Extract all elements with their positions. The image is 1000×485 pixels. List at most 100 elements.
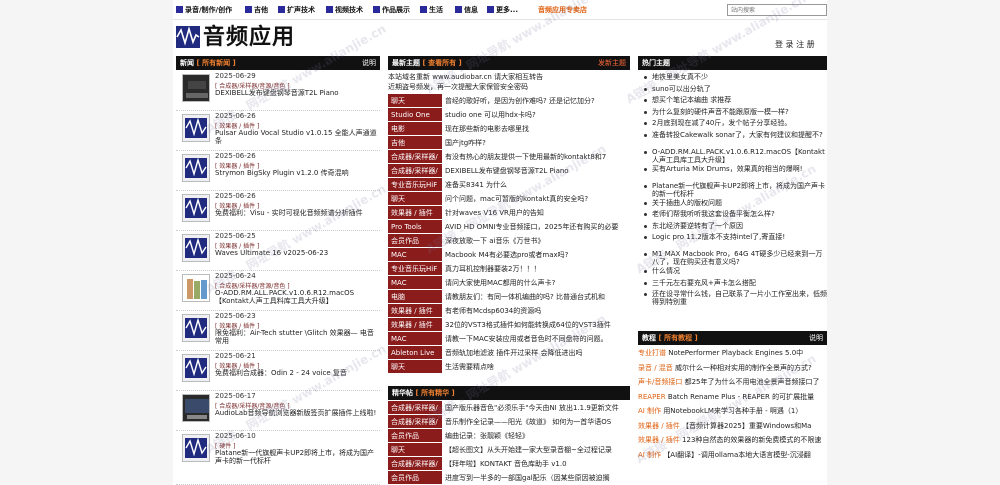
tutorial-row[interactable]: 声卡/音频接口 都25年了为什么不用电池全景声音频接口了 xyxy=(638,376,827,388)
nav-item-more[interactable]: 更多... xyxy=(487,5,518,15)
news-item[interactable]: 2025-06-26[ 效果器 / 插件 ] 免费福利：Visu - 实时可视化音… xyxy=(176,191,380,231)
topic-title[interactable]: 32位的VST3格式插件如何能转换成64位的VST3插件 xyxy=(445,318,630,331)
tutorial-category[interactable]: REAPER xyxy=(638,393,666,401)
tutorial-row[interactable]: AI 制作 用NotebookLM来学习各种手册 - 啊遇（1） xyxy=(638,405,827,417)
topic-title[interactable]: 音频轨加地滤波 插件开过采样 会降低进出吗 xyxy=(445,346,630,359)
featured-title[interactable]: 进度写到一半多的一部国gal配乐（因某些原因被迫搁 xyxy=(445,471,630,484)
new-topic-link[interactable]: 发新主题 xyxy=(598,56,626,70)
news-item[interactable]: 2025-06-17[ 合成器/采样器/音源/音色 ] AudioLab音频导航浏… xyxy=(176,391,380,431)
tutorial-title[interactable]: 【AI翻译】-调用ollama本地大语言模型-沉浸翻 xyxy=(663,451,810,459)
tutorial-row[interactable]: 专业打谱 NotePerformer Playback Engines 5.0中 xyxy=(638,347,827,359)
topic-title[interactable]: 准备买8341 为什么 xyxy=(445,178,630,191)
nav-item-pa[interactable]: 扩声技术 xyxy=(278,5,315,15)
topic-title[interactable]: 曾经的歌好听，是因为创作难吗? 还是记忆加分? xyxy=(445,94,630,107)
featured-category[interactable]: 会员作品 xyxy=(388,429,442,442)
tutorial-title[interactable]: NotePerformer Playback Engines 5.0中 xyxy=(668,349,803,357)
topic-title[interactable]: 请教一下MAC安装应用或者音色时不同盘符的问题。 xyxy=(445,332,630,345)
tutorial-title[interactable]: 都25年了为什么不用电池全景声音频接口了 xyxy=(685,378,820,386)
topic-category[interactable]: 专业音乐玩HiF xyxy=(388,178,442,191)
featured-category[interactable]: 合成器/采样器/ xyxy=(388,415,442,428)
news-item[interactable]: 2025-06-10[ 硬件 ] Platane新一代旗舰声卡UP2即将上市，将成… xyxy=(176,431,380,485)
tutorial-category[interactable]: AI 制作 xyxy=(638,407,661,415)
tutorial-title[interactable]: 【音频计算器2025】重要Windows和Ma xyxy=(682,422,811,430)
hot-topic-item[interactable]: M1 MAX Macbook Pro，64G 4T硬多少已经来到一万八了，现在购… xyxy=(638,250,827,266)
tutorial-title[interactable]: 威尔什么一种相对实用的制作全景声的方式? xyxy=(675,364,812,372)
news-item[interactable]: 2025-06-26[ 效果器 / 插件 ] Strymon BigSky Plu… xyxy=(176,151,380,191)
topic-title[interactable]: 国产jtg咋样? xyxy=(445,136,630,149)
nav-item-video[interactable]: 视频技术 xyxy=(326,5,363,15)
featured-row[interactable]: 会员作品 编曲记录：张靓颖《轻轻》 xyxy=(388,429,630,443)
topic-row[interactable]: MAC 请问大家使用MAC都用的什么声卡? xyxy=(388,276,630,290)
featured-category[interactable]: 合成器/采样器/ xyxy=(388,401,442,414)
hot-topic-item[interactable]: 为什么复刻的硬件声音不能跟原版一模一样? xyxy=(638,108,827,116)
topic-category[interactable]: 聊天 xyxy=(388,94,442,107)
topic-title[interactable]: 有老师有Mcdsp6034的资源吗 xyxy=(445,304,630,317)
nav-item-life[interactable]: 生活 xyxy=(420,5,443,15)
topic-row[interactable]: 效果器 / 插件 有老师有Mcdsp6034的资源吗 xyxy=(388,304,630,318)
topic-row[interactable]: MAC Macbook M4有必要选pro或者max吗? xyxy=(388,248,630,262)
tutorial-row[interactable]: REAPER Batch Rename Plus - REAPER 的可扩展批量 xyxy=(638,391,827,403)
topic-category[interactable]: 效果器 / 插件 xyxy=(388,206,442,219)
topic-title[interactable]: 现在那些新的电影去哪里找 xyxy=(445,122,630,135)
topic-title[interactable]: 针对waves V16 VR用户的告知 xyxy=(445,206,630,219)
topic-category[interactable]: 合成器/采样器/ xyxy=(388,164,442,177)
news-item[interactable]: 2025-06-26[ 效果器 / 插件 ] Pulsar Audio Vocal… xyxy=(176,111,380,151)
topic-category[interactable]: MAC xyxy=(388,248,442,261)
hot-topic-item[interactable]: 买有Arturia Mix Drums，效果真的相当的爆啊! xyxy=(638,165,827,173)
news-item[interactable]: 2025-06-21[ 效果器 / 插件 ] 免费福利合成器：Odin 2 - 2… xyxy=(176,351,380,391)
view-all-link[interactable]: 查看所有 xyxy=(428,59,456,67)
hot-topic-item[interactable]: 三千元左右要充风+声卡怎么搭配 xyxy=(638,279,827,287)
topic-row[interactable]: 聊天 生活需要精点啥 xyxy=(388,360,630,374)
topic-row[interactable]: 聊天 问个问题，mac可暂版的kontakt真的安全吗? xyxy=(388,192,630,206)
topic-row[interactable]: Studio One studio one 可以用hdx卡吗? xyxy=(388,108,630,122)
featured-category[interactable]: 合成器/采样器/ xyxy=(388,457,442,470)
hot-topic-item[interactable]: Logic pro 11.2版本不支持intel了,寄直接! xyxy=(638,233,827,241)
topic-category[interactable]: Studio One xyxy=(388,108,442,121)
tutorial-category[interactable]: 效果器 / 插件 xyxy=(638,436,680,444)
hot-topic-item[interactable]: 东北经济要逆转有了一个原因 xyxy=(638,222,827,230)
login-link[interactable]: 登 录 xyxy=(775,40,794,49)
topic-title[interactable]: AVID HD OMNI专业音频接口，2025年还有购买的必要 xyxy=(445,220,630,233)
topic-title[interactable]: 真力耳机控制器要装2万！！！ xyxy=(445,262,630,275)
topic-title[interactable]: 有没有热心的朋友提供一下使用最新的kontakt8和7 xyxy=(445,150,630,163)
topic-row[interactable]: 专业音乐玩HiF 真力耳机控制器要装2万！！！ xyxy=(388,262,630,276)
topic-category[interactable]: Ableton Live xyxy=(388,346,442,359)
topic-row[interactable]: MAC 请教一下MAC安装应用或者音色时不同盘符的问题。 xyxy=(388,332,630,346)
news-item[interactable]: 2025-06-23[ 效果器 / 插件 ] 限免福利：Air-Tech stut… xyxy=(176,311,380,351)
hot-topic-item[interactable]: Platane新一代旗舰声卡UP2即将上市，将成为国产声卡的新一代标杆 xyxy=(638,182,827,198)
hot-topic-item[interactable]: 关于插曲人的版权问题 xyxy=(638,199,827,207)
topic-title[interactable]: 请问大家使用MAC都用的什么声卡? xyxy=(445,276,630,289)
all-tutorials-link[interactable]: 所有教程 xyxy=(664,334,692,342)
tutorial-title[interactable]: 123种自然态的效果器的新免费模式的不限速 xyxy=(682,436,821,444)
tutorial-info-link[interactable]: 说明 xyxy=(809,331,823,345)
topic-category[interactable]: 专业音乐玩HiF xyxy=(388,262,442,275)
topic-row[interactable]: Pro Tools AVID HD OMNI专业音频接口，2025年还有购买的必要 xyxy=(388,220,630,234)
featured-title[interactable]: 编曲记录：张靓颖《轻轻》 xyxy=(445,429,630,442)
topic-category[interactable]: 聊天 xyxy=(388,360,442,373)
search-input[interactable] xyxy=(727,4,827,16)
nav-item-recording[interactable]: 录音/制作/创作 xyxy=(176,5,232,15)
topic-category[interactable]: 电脑 xyxy=(388,290,442,303)
featured-row[interactable]: 合成器/采样器/国产版乐器音色"必须乐手"今天由NI 放出1.1.9更新文件 xyxy=(388,401,630,415)
topic-title[interactable]: 生活需要精点啥 xyxy=(445,360,630,373)
topic-category[interactable]: 会员作品 xyxy=(388,234,442,247)
tutorial-row[interactable]: AI 制作 【AI翻译】-调用ollama本地大语言模型-沉浸翻 xyxy=(638,449,827,461)
nav-item-guitar[interactable]: 吉他 xyxy=(245,5,268,15)
hot-topic-item[interactable]: suno可以出分轨了 xyxy=(638,85,827,93)
featured-row[interactable]: 合成器/采样器/【拜年啦】KONTAKT 音色库助手 v1.0 xyxy=(388,457,630,471)
topic-title[interactable]: Macbook M4有必要选pro或者max吗? xyxy=(445,248,630,261)
hot-topic-item[interactable]: 想买个笔记本编曲 求推荐 xyxy=(638,96,827,104)
tutorial-category[interactable]: 录音 / 混音 xyxy=(638,364,673,372)
all-news-link[interactable]: 所有新闻 xyxy=(202,59,230,67)
featured-category[interactable]: 聊天 xyxy=(388,443,442,456)
news-info-link[interactable]: 说明 xyxy=(362,56,376,70)
tutorial-category[interactable]: 专业打谱 xyxy=(638,349,666,357)
featured-category[interactable]: 会员作品 xyxy=(388,471,442,484)
hot-topic-item[interactable]: 2月底到现在减了40斤，发个帖子分享经验。 xyxy=(638,119,827,127)
featured-row[interactable]: 合成器/采样器/音乐制作全记录——阳光《故道》 如何为一首华语OS xyxy=(388,415,630,429)
featured-title[interactable]: 【超长图文】从头开始建一家大型录音棚~全过程记录 xyxy=(445,443,630,456)
featured-row[interactable]: 聊天 【超长图文】从头开始建一家大型录音棚~全过程记录 xyxy=(388,443,630,457)
topic-category[interactable]: MAC xyxy=(388,276,442,289)
topic-row[interactable]: 电影 现在那些新的电影去哪里找 xyxy=(388,122,630,136)
all-featured-link[interactable]: 所有精华 xyxy=(421,389,449,397)
